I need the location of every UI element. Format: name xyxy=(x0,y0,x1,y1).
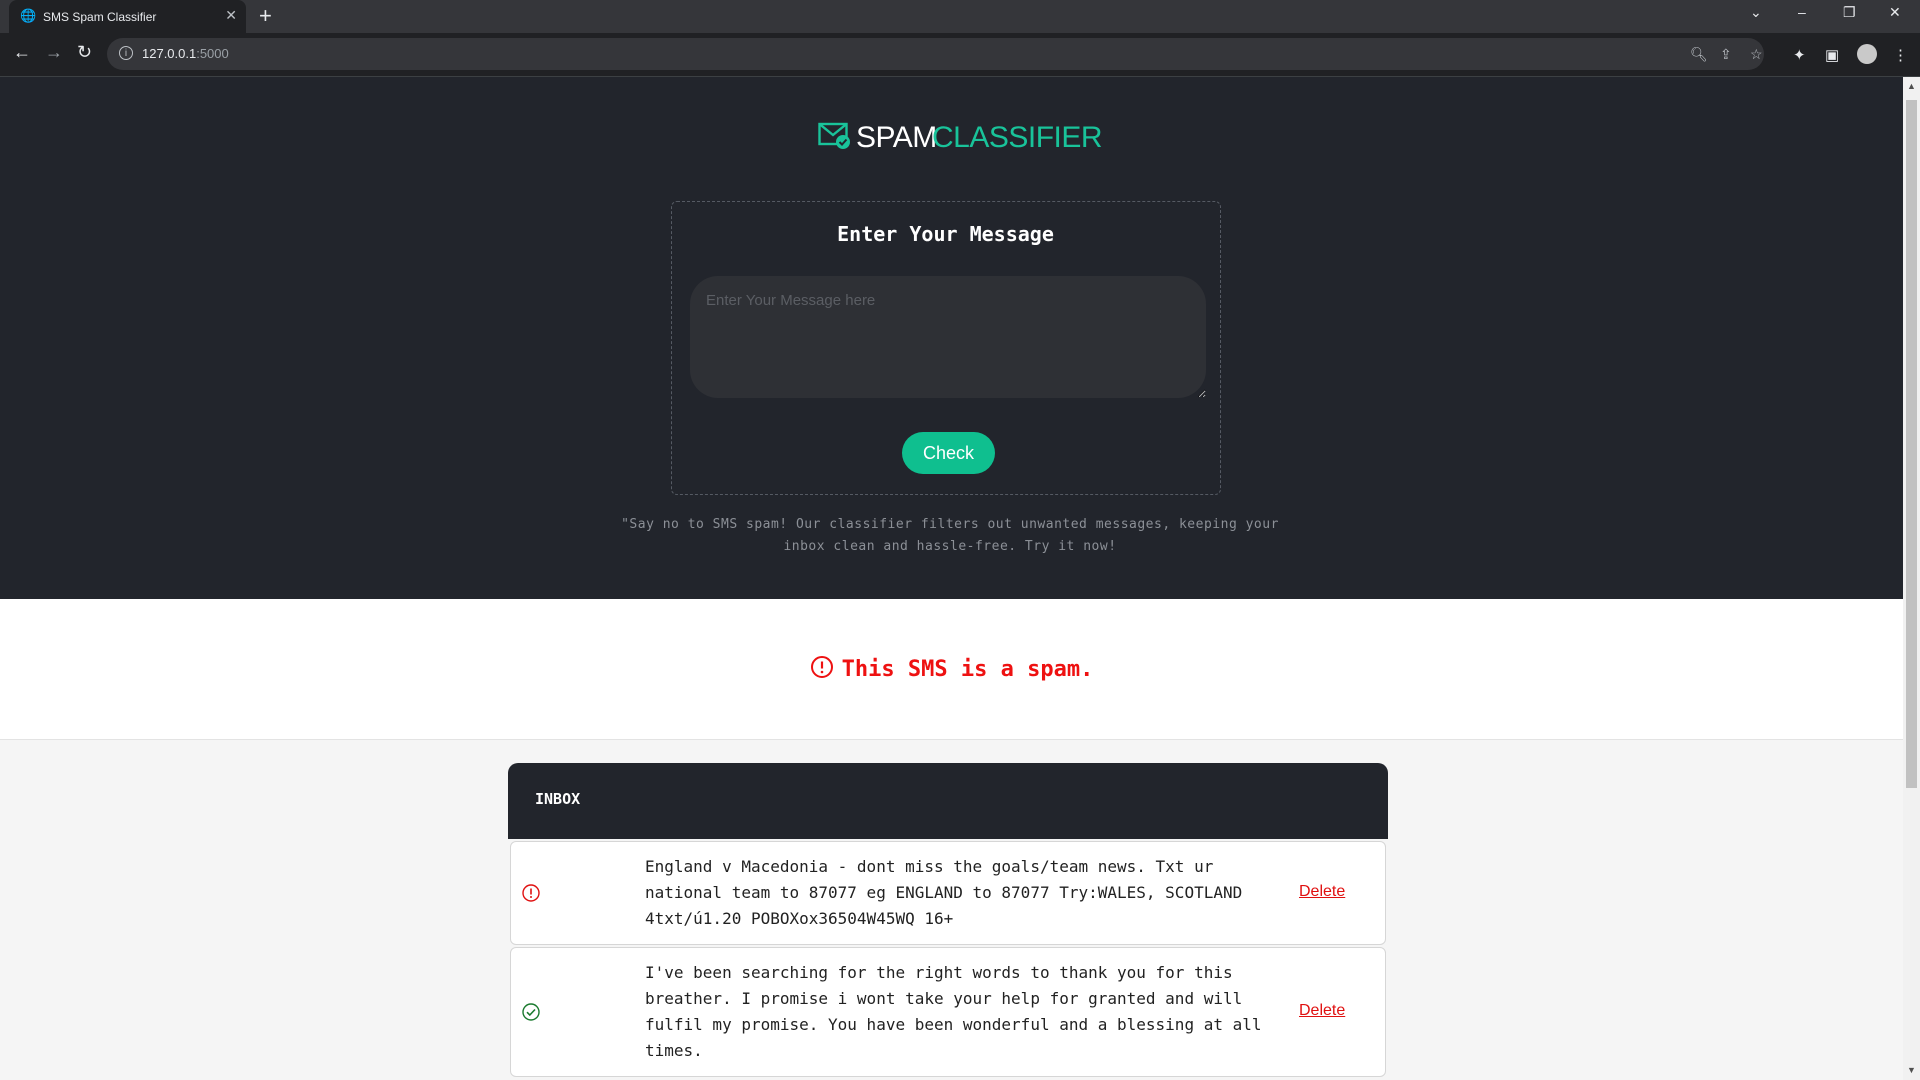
window-close-icon[interactable]: ✕ xyxy=(1889,4,1901,21)
hero-section: SPAM CLASSIFIER Enter Your Message Check… xyxy=(0,77,1903,599)
tab-title: SMS Spam Classifier xyxy=(43,10,157,24)
tagline: "Say no to SMS spam! Our classifier filt… xyxy=(621,517,1279,554)
back-icon[interactable]: ← xyxy=(13,43,31,61)
message-form-card: Enter Your Message Check xyxy=(671,201,1221,495)
result-alert: This SMS is a spam. xyxy=(0,655,1903,682)
page-viewport: SPAM CLASSIFIER Enter Your Message Check… xyxy=(0,77,1903,1080)
inbox-message-row: England v Macedonia - dont miss the goal… xyxy=(510,841,1386,945)
reload-icon[interactable]: ↻ xyxy=(77,43,92,61)
restore-icon[interactable]: ❐ xyxy=(1843,4,1856,21)
check-circle-icon xyxy=(522,1003,540,1021)
check-button[interactable]: Check xyxy=(902,432,995,474)
site-info-icon[interactable]: i xyxy=(119,46,133,60)
alert-circle-icon xyxy=(522,884,540,902)
result-section: This SMS is a spam. xyxy=(0,599,1903,740)
address-bar[interactable]: i 127.0.0.1:5000 🔍︎ ⇪ ☆ xyxy=(107,38,1764,70)
message-text: I've been searching for the right words … xyxy=(645,963,1262,1060)
delete-link[interactable]: Delete xyxy=(1299,883,1345,901)
inbox-panel: INBOX England v Macedonia - dont miss th… xyxy=(508,763,1388,1077)
extensions-icon[interactable]: ✦ xyxy=(1793,46,1806,64)
inbox-header: INBOX xyxy=(508,763,1388,839)
form-heading: Enter Your Message xyxy=(837,222,1054,246)
minimize-icon[interactable]: – xyxy=(1798,4,1806,20)
alert-circle-icon xyxy=(810,656,833,678)
bookmark-star-icon[interactable]: ☆ xyxy=(1750,46,1763,63)
message-input[interactable] xyxy=(690,276,1206,398)
scroll-up-icon[interactable]: ▲ xyxy=(1907,81,1916,91)
scroll-down-icon[interactable]: ▼ xyxy=(1907,1065,1916,1075)
globe-icon: 🌐 xyxy=(20,8,37,23)
share-icon[interactable]: ⇪ xyxy=(1720,46,1732,63)
side-panel-icon[interactable]: ▣ xyxy=(1825,46,1839,64)
forward-icon[interactable]: → xyxy=(45,43,63,61)
mail-check-icon xyxy=(818,122,850,149)
zoom-icon[interactable]: 🔍︎ xyxy=(1690,46,1708,63)
logo-word-spam: SPAM xyxy=(856,121,937,154)
browser-titlebar: 🌐 SMS Spam Classifier ✕ + ⌄ – ❐ ✕ xyxy=(0,0,1920,33)
scrollbar-thumb[interactable] xyxy=(1906,100,1917,788)
browser-toolbar: ← → ↻ i 127.0.0.1:5000 🔍︎ ⇪ ☆ ✦ ▣ ⋮ xyxy=(0,33,1920,77)
menu-kebab-icon[interactable]: ⋮ xyxy=(1893,46,1908,64)
inbox-message-row: I've been searching for the right words … xyxy=(510,947,1386,1077)
profile-avatar[interactable] xyxy=(1857,44,1877,64)
inbox-title: INBOX xyxy=(535,790,581,808)
close-tab-icon[interactable]: ✕ xyxy=(225,7,237,24)
message-text: England v Macedonia - dont miss the goal… xyxy=(645,857,1243,928)
logo-word-classifier: CLASSIFIER xyxy=(932,121,1103,154)
page-scrollbar[interactable]: ▲ ▼ xyxy=(1903,77,1920,1080)
delete-link[interactable]: Delete xyxy=(1299,1002,1345,1020)
url-text: 127.0.0.1:5000 xyxy=(142,46,229,61)
browser-tab[interactable]: 🌐 SMS Spam Classifier ✕ xyxy=(9,0,246,33)
new-tab-icon[interactable]: + xyxy=(259,3,272,29)
tab-search-icon[interactable]: ⌄ xyxy=(1750,4,1762,21)
result-text: This SMS is a spam. xyxy=(841,657,1094,682)
